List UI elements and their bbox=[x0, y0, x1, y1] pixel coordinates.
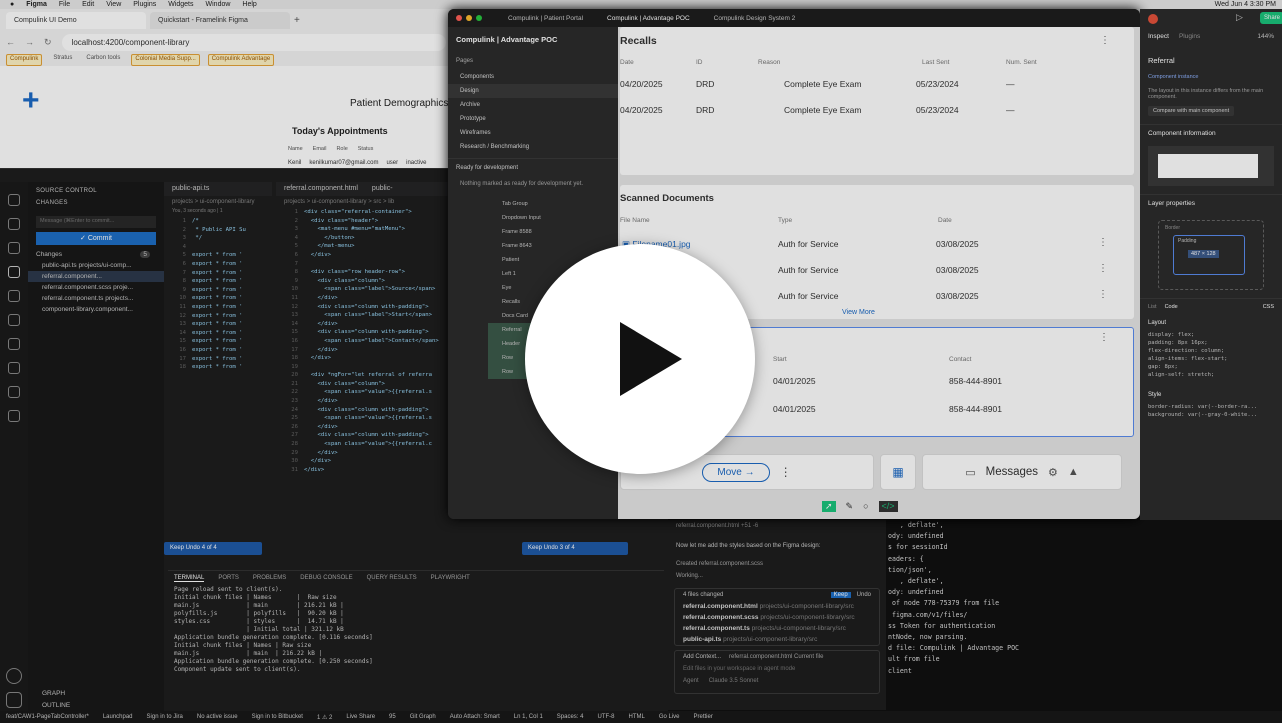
play-icon bbox=[620, 322, 682, 396]
